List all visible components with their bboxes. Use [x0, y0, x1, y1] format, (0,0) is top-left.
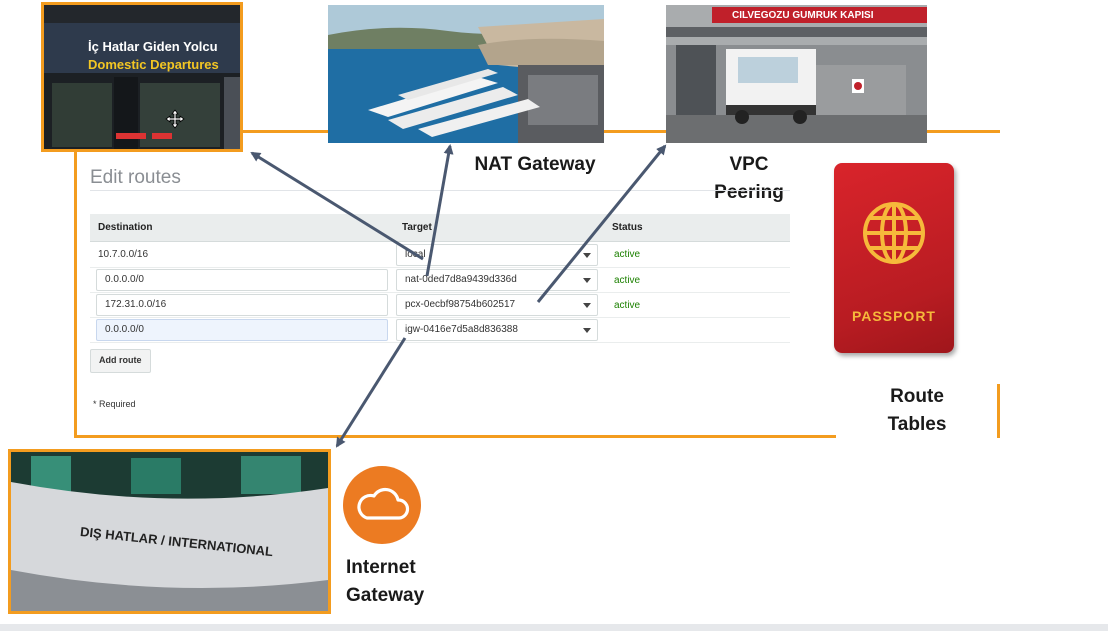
target-value: local	[405, 248, 426, 260]
column-header-target: Target	[394, 214, 604, 242]
target-value: igw-0416e7d5a8d836388	[405, 324, 518, 335]
domestic-departures-photo: İç Hatlar Giden Yolcu Domestic Departure…	[41, 2, 243, 152]
destination-cell: 0.0.0.0/0	[90, 267, 394, 293]
target-select[interactable]: nat-0ded7d8a9439d336d	[396, 269, 598, 291]
target-value: pcx-0ecbf98754b602517	[405, 299, 516, 310]
frame-right-line	[997, 384, 1000, 438]
domestic-sign-turkish: İç Hatlar Giden Yolcu	[88, 39, 218, 54]
passport-label: PASSPORT	[852, 308, 936, 324]
cruise-port-photo	[328, 5, 604, 143]
table-header-row: Destination Target Status	[90, 214, 790, 242]
table-row: 172.31.0.0/16 pcx-0ecbf98754b602517 acti…	[90, 292, 790, 318]
truck-customs-image	[666, 5, 927, 143]
route-tables-line1: Route	[890, 386, 944, 407]
internet-gateway-line2: Gateway	[346, 585, 425, 606]
target-cell: pcx-0ecbf98754b602517	[394, 292, 604, 318]
table-row: 0.0.0.0/0 nat-0ded7d8a9439d336d active	[90, 267, 790, 293]
status-cell: active	[604, 267, 790, 293]
move-cursor-icon	[165, 109, 185, 129]
table-row: 0.0.0.0/0 igw-0416e7d5a8d836388	[90, 317, 790, 343]
domestic-sign-english: Domestic Departures	[88, 57, 219, 72]
cloud-outline	[357, 487, 410, 520]
destination-cell: 10.7.0.0/16	[90, 241, 394, 268]
status-value: active	[614, 299, 641, 311]
status-cell	[604, 317, 790, 343]
destination-input[interactable]: 0.0.0.0/0	[96, 269, 388, 291]
status-cell: active	[604, 292, 790, 318]
dropdown-caret-icon[interactable]	[583, 252, 591, 258]
border-crossing-photo: CILVEGOZU GUMRUK KAPISI	[666, 5, 927, 143]
internet-gateway-label: Internet Gateway	[346, 554, 446, 610]
frame-bottom-line	[74, 435, 836, 438]
dropdown-caret-icon[interactable]	[583, 328, 591, 333]
status-cell: active	[604, 241, 790, 268]
frame-left-line	[74, 130, 77, 438]
destination-cell: 172.31.0.0/16	[90, 292, 394, 318]
nat-gateway-label: NAT Gateway	[474, 154, 596, 175]
status-value	[604, 325, 624, 336]
column-header-status: Status	[604, 214, 790, 242]
dropdown-caret-icon[interactable]	[583, 303, 591, 308]
international-building-image	[11, 452, 328, 611]
vpc-peering-label: VPC Peering	[706, 151, 792, 207]
title-divider	[90, 190, 790, 191]
terminal-interior-image	[44, 5, 240, 149]
cruise-ships-image	[328, 5, 604, 143]
destination-value: 10.7.0.0/16	[98, 249, 149, 260]
destination-cell: 0.0.0.0/0	[90, 317, 394, 343]
route-tables-line2: Tables	[887, 414, 947, 435]
target-cell: local	[394, 241, 604, 268]
cloud-icon	[343, 466, 421, 544]
target-select[interactable]: igw-0416e7d5a8d836388	[396, 319, 598, 341]
customs-banner-text: CILVEGOZU GUMRUK KAPISI	[732, 10, 874, 21]
target-value: nat-0ded7d8a9439d336d	[405, 274, 517, 285]
required-note: * Required	[93, 399, 136, 409]
internet-gateway-line1: Internet	[346, 557, 416, 578]
passport-image: PASSPORT	[834, 163, 954, 353]
target-cell: igw-0416e7d5a8d836388	[394, 317, 604, 343]
column-header-destination: Destination	[90, 214, 394, 242]
route-table: Destination Target Status 10.7.0.0/16 lo…	[90, 214, 790, 343]
globe-icon	[863, 202, 925, 264]
arrow-igw-to-international	[335, 337, 407, 448]
edit-routes-title: Edit routes	[90, 167, 181, 188]
destination-input[interactable]: 172.31.0.0/16	[96, 294, 388, 316]
destination-input[interactable]: 0.0.0.0/0	[96, 319, 388, 341]
vpc-peering-line2: Peering	[714, 182, 784, 203]
add-route-button[interactable]: Add route	[90, 349, 151, 373]
route-tables-label: Route Tables	[872, 383, 962, 439]
bottom-bar	[0, 624, 1108, 631]
status-value: active	[614, 249, 641, 260]
target-select[interactable]: pcx-0ecbf98754b602517	[396, 294, 598, 316]
target-cell: nat-0ded7d8a9439d336d	[394, 267, 604, 293]
table-row: 10.7.0.0/16 local active	[90, 241, 790, 268]
international-terminal-photo: DIŞ HATLAR / INTERNATIONAL	[8, 449, 331, 614]
target-select[interactable]: local	[396, 243, 598, 266]
dropdown-caret-icon[interactable]	[583, 278, 591, 283]
status-value: active	[614, 274, 641, 286]
vpc-peering-line1: VPC	[729, 154, 769, 175]
